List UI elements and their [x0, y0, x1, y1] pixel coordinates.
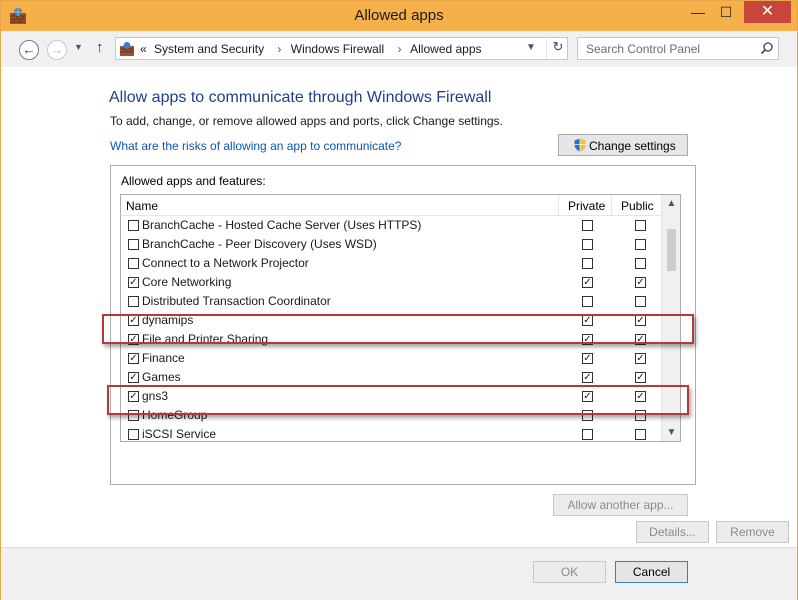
search-icon[interactable] — [760, 41, 774, 55]
highlight-box-gns3 — [107, 385, 689, 415]
private-checkbox[interactable]: ✓ — [582, 353, 593, 364]
private-checkbox[interactable] — [582, 258, 593, 269]
window-title: Allowed apps — [354, 7, 444, 24]
risks-link[interactable]: What are the risks of allowing an app to… — [110, 139, 401, 153]
column-divider[interactable] — [558, 195, 559, 215]
app-name-label: Core Networking — [142, 275, 232, 289]
allow-another-app-button[interactable]: Allow another app... — [553, 494, 688, 516]
scroll-up-icon[interactable]: ▲ — [662, 195, 680, 212]
remove-button[interactable]: Remove — [716, 521, 789, 543]
refresh-icon[interactable]: ↻ — [546, 39, 569, 58]
instructions-text: To add, change, or remove allowed apps a… — [110, 114, 503, 128]
private-checkbox[interactable] — [582, 429, 593, 440]
page-title: Allow apps to communicate through Window… — [109, 89, 492, 106]
main-content: Allow apps to communicate through Window… — [1, 67, 797, 547]
change-settings-label: Change settings — [589, 139, 676, 153]
breadcrumb: « System and Security › Windows Firewall… — [140, 42, 486, 56]
up-arrow-icon[interactable]: ↑ — [96, 39, 104, 56]
allowed-apps-window: Allowed apps — ☐ ✕ ← → ▼ ↑ « System and … — [0, 0, 798, 600]
public-checkbox[interactable]: ✓ — [635, 372, 646, 383]
private-checkbox[interactable] — [582, 296, 593, 307]
breadcrumb-separator-icon[interactable]: › — [397, 42, 401, 56]
private-checkbox[interactable] — [582, 239, 593, 250]
app-enabled-checkbox[interactable] — [128, 429, 139, 440]
back-button[interactable]: ← — [19, 40, 39, 60]
app-enabled-checkbox[interactable]: ✓ — [128, 372, 139, 383]
dialog-footer: OK Cancel — [1, 547, 797, 600]
list-item[interactable]: Connect to a Network Projector — [121, 254, 661, 273]
change-settings-button[interactable]: Change settings — [558, 134, 688, 156]
breadcrumb-allowed-apps[interactable]: Allowed apps — [410, 42, 481, 56]
public-checkbox[interactable] — [635, 220, 646, 231]
app-name-label: Distributed Transaction Coordinator — [142, 294, 331, 308]
search-input[interactable]: Search Control Panel — [586, 42, 700, 56]
address-bar[interactable]: « System and Security › Windows Firewall… — [115, 37, 568, 60]
list-item[interactable]: ✓ Finance ✓ ✓ — [121, 349, 661, 368]
private-checkbox[interactable]: ✓ — [582, 372, 593, 383]
search-box[interactable]: Search Control Panel — [577, 37, 779, 60]
column-divider[interactable] — [611, 195, 612, 215]
app-enabled-checkbox[interactable]: ✓ — [128, 353, 139, 364]
breadcrumb-windows-firewall[interactable]: Windows Firewall — [291, 42, 384, 56]
app-name-label: BranchCache - Hosted Cache Server (Uses … — [142, 218, 422, 232]
app-name-label: Connect to a Network Projector — [142, 256, 309, 270]
app-enabled-checkbox[interactable] — [128, 296, 139, 307]
app-name-label: Finance — [142, 351, 185, 365]
minimize-button[interactable]: — — [684, 1, 712, 23]
list-header: Name Private Public — [121, 195, 661, 216]
list-item[interactable]: iSCSI Service — [121, 425, 661, 441]
column-header-name[interactable]: Name — [126, 199, 158, 213]
details-button[interactable]: Details... — [636, 521, 709, 543]
group-title: Allowed apps and features: — [121, 174, 266, 188]
address-dropdown-icon[interactable]: ▼ — [526, 42, 536, 53]
public-checkbox[interactable] — [635, 296, 646, 307]
uac-shield-icon — [574, 138, 586, 152]
recent-locations-dropdown-icon[interactable]: ▼ — [74, 42, 83, 52]
maximize-button[interactable]: ☐ — [712, 1, 740, 23]
public-checkbox[interactable]: ✓ — [635, 353, 646, 364]
breadcrumb-separator-icon[interactable]: › — [277, 42, 281, 56]
app-name-label: Games — [142, 370, 181, 384]
title-bar[interactable]: Allowed apps — ☐ ✕ — [1, 1, 797, 31]
public-checkbox[interactable] — [635, 258, 646, 269]
navigation-bar: ← → ▼ ↑ « System and Security › Windows … — [1, 31, 797, 67]
close-button[interactable]: ✕ — [744, 1, 791, 23]
cancel-button[interactable]: Cancel — [615, 561, 688, 583]
column-header-private[interactable]: Private — [568, 199, 605, 213]
app-name-label: iSCSI Service — [142, 427, 217, 441]
control-panel-icon — [120, 42, 134, 56]
forward-button[interactable]: → — [47, 40, 67, 60]
public-checkbox[interactable] — [635, 239, 646, 250]
private-checkbox[interactable] — [582, 220, 593, 231]
breadcrumb-system-and-security[interactable]: System and Security — [154, 42, 264, 56]
column-header-public[interactable]: Public — [621, 199, 654, 213]
breadcrumb-overflow-icon[interactable]: « — [140, 42, 147, 56]
app-name-label: BranchCache - Peer Discovery (Uses WSD) — [142, 237, 377, 251]
highlight-box-dynamips — [102, 314, 694, 344]
app-enabled-checkbox[interactable] — [128, 239, 139, 250]
list-item[interactable]: ✓ Core Networking ✓ ✓ — [121, 273, 661, 292]
public-checkbox[interactable] — [635, 429, 646, 440]
app-enabled-checkbox[interactable] — [128, 258, 139, 269]
scroll-thumb[interactable] — [667, 229, 676, 271]
app-enabled-checkbox[interactable] — [128, 220, 139, 231]
list-item[interactable]: BranchCache - Hosted Cache Server (Uses … — [121, 216, 661, 235]
public-checkbox[interactable]: ✓ — [635, 277, 646, 288]
scroll-down-icon[interactable]: ▼ — [662, 424, 680, 441]
list-item[interactable]: BranchCache - Peer Discovery (Uses WSD) — [121, 235, 661, 254]
private-checkbox[interactable]: ✓ — [582, 277, 593, 288]
list-item[interactable]: Distributed Transaction Coordinator — [121, 292, 661, 311]
ok-button[interactable]: OK — [533, 561, 606, 583]
app-enabled-checkbox[interactable]: ✓ — [128, 277, 139, 288]
